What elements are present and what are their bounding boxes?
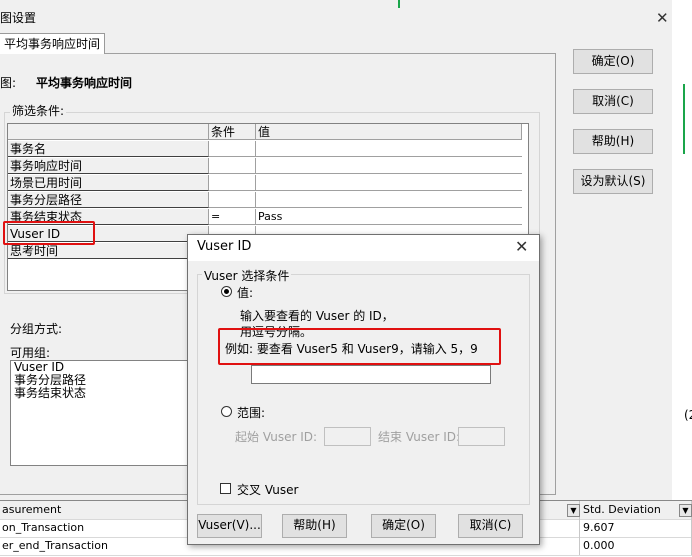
filter-row-name: 事务名 — [8, 141, 209, 157]
chart-line-fragment — [683, 84, 685, 154]
set-default-button[interactable]: 设为默认(S) — [573, 169, 653, 194]
vuser-selection-legend: Vuser 选择条件 — [202, 267, 292, 284]
filter-row[interactable]: 事务名 — [8, 141, 528, 158]
scale-label: (2 — [684, 408, 692, 422]
vuser-id-highlight — [3, 221, 95, 245]
vuser-id-dialog: Vuser ID ✕ Vuser 选择条件 值: 输入要查看的 Vuser 的 … — [187, 234, 540, 545]
filter-row-condition[interactable] — [209, 192, 256, 208]
filter-row-condition[interactable]: = — [209, 209, 256, 225]
filter-legend: 筛选条件: — [10, 102, 67, 119]
cancel-button[interactable]: 取消(C) — [573, 89, 653, 114]
chart-line-fragment — [398, 0, 400, 8]
chart-area-edge — [672, 0, 692, 500]
range-radio-label: 范围: — [237, 406, 266, 420]
vuser-id-input[interactable] — [251, 365, 491, 384]
filter-row-condition[interactable] — [209, 158, 256, 174]
help-button[interactable]: 帮助(H) — [282, 514, 347, 538]
tab-avg-transaction-response-time[interactable]: 平均事务响应时间 — [0, 33, 106, 54]
filter-row[interactable]: 事务分层路径 — [8, 192, 528, 209]
filter-row-value[interactable] — [256, 192, 522, 208]
hint-text: 输入要查看的 Vuser 的 ID， — [240, 309, 394, 323]
header-std-deviation: Std. Deviation — [581, 501, 692, 519]
filter-row-value[interactable] — [256, 175, 522, 191]
grid-header-condition: 条件 — [209, 124, 256, 140]
cross-vuser-label: 交叉 Vuser — [237, 483, 299, 497]
group-by-label: 分组方式: — [10, 322, 63, 336]
chevron-down-icon[interactable]: ▼ — [567, 504, 580, 517]
filter-row[interactable]: 事务响应时间 — [8, 158, 528, 175]
start-vuser-input[interactable] — [324, 427, 371, 446]
filter-row-name: 思考时间 — [8, 243, 209, 259]
end-vuser-label: 结束 Vuser ID: — [378, 430, 461, 444]
dialog-title: 图设置 — [0, 11, 37, 25]
filter-row-value[interactable]: Pass — [256, 209, 522, 225]
ok-button[interactable]: 确定(O) — [371, 514, 436, 538]
value-radio[interactable] — [221, 286, 232, 297]
value-radio-label: 值: — [237, 286, 254, 300]
cell-std-deviation: 0.000 — [581, 537, 692, 555]
grid-header-value: 值 — [256, 124, 522, 140]
cancel-button[interactable]: 取消(C) — [458, 514, 523, 538]
filter-row-value[interactable] — [256, 158, 522, 174]
example-highlight — [218, 328, 501, 365]
dialog-title: Vuser ID — [197, 239, 252, 254]
dialog-titlebar: Vuser ID ✕ — [188, 235, 539, 261]
close-icon[interactable]: ✕ — [515, 237, 528, 256]
vuser-button[interactable]: Vuser(V)... — [197, 514, 262, 538]
filter-row-condition[interactable] — [209, 141, 256, 157]
close-icon[interactable]: ✕ — [656, 9, 669, 27]
start-vuser-label: 起始 Vuser ID: — [235, 430, 318, 444]
cross-vuser-checkbox[interactable] — [220, 483, 231, 494]
end-vuser-input[interactable] — [458, 427, 505, 446]
grid-corner-header — [8, 124, 209, 140]
available-groups-list[interactable]: Vuser ID 事务分层路径 事务结束状态 — [10, 360, 192, 466]
graph-label: 图: — [0, 76, 17, 90]
range-radio[interactable] — [221, 406, 232, 417]
chevron-down-icon[interactable]: ▼ — [679, 504, 692, 517]
available-groups-label: 可用组: — [10, 346, 51, 360]
ok-button[interactable]: 确定(O) — [573, 49, 653, 74]
filter-row-name: 场景已用时间 — [8, 175, 209, 191]
list-item[interactable]: 事务结束状态 — [11, 387, 191, 400]
filter-row-name: 事务响应时间 — [8, 158, 209, 174]
filter-row-name: 事务分层路径 — [8, 192, 209, 208]
filter-row[interactable]: 场景已用时间 — [8, 175, 528, 192]
filter-row-condition[interactable] — [209, 175, 256, 191]
filter-row-value[interactable] — [256, 141, 522, 157]
graph-name: 平均事务响应时间 — [36, 76, 133, 90]
help-button[interactable]: 帮助(H) — [573, 129, 653, 154]
cell-std-deviation: 9.607 — [581, 519, 692, 537]
